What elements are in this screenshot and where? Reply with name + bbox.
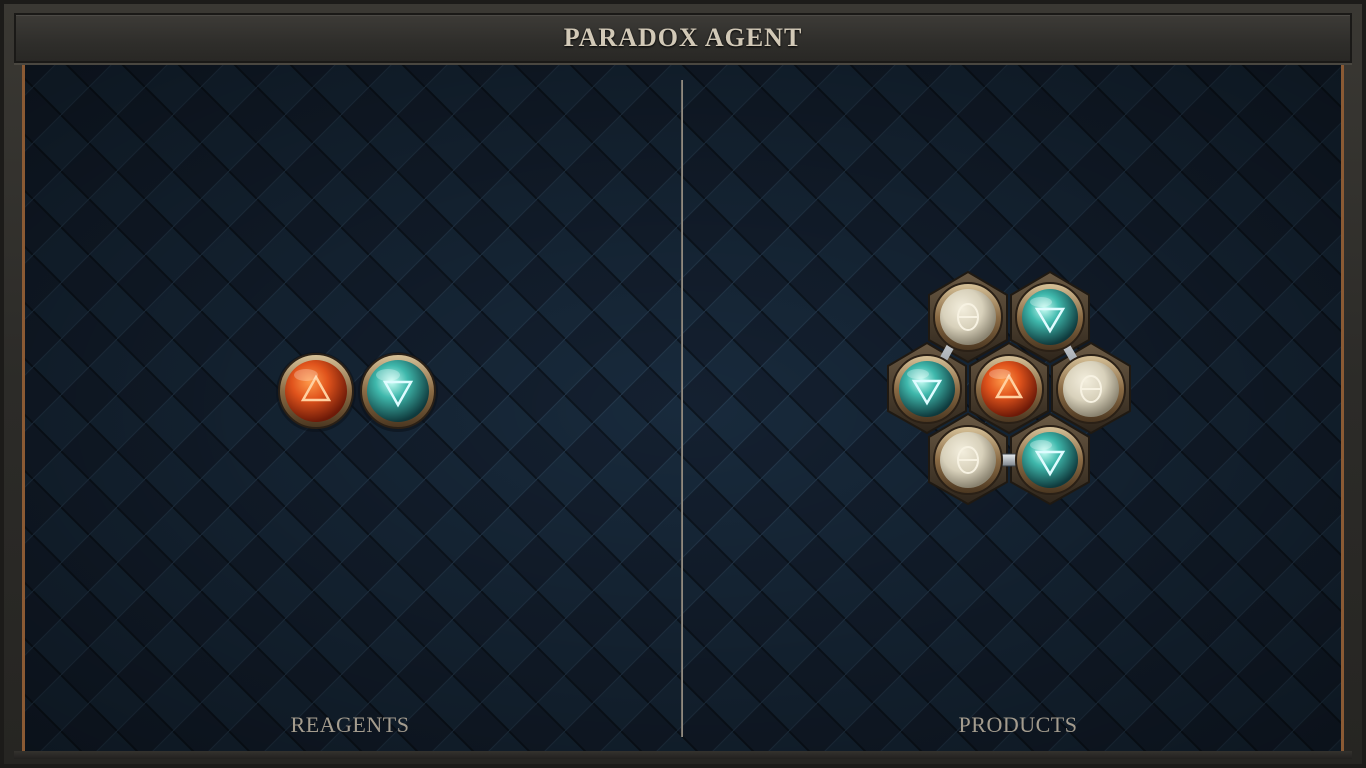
product-salt-atom-bottom-left[interactable] (933, 425, 1003, 495)
products-label: PRODUCTS (958, 712, 1078, 737)
reagent-fire-atom[interactable] (276, 352, 356, 432)
product-salt-atom-top-left[interactable] (933, 282, 1003, 352)
product-water-atom-top-right[interactable] (1015, 282, 1085, 352)
title-bar: PARADOX AGENT (14, 13, 1352, 63)
page-title: PARADOX AGENT (563, 23, 803, 52)
product-water-atom-mid-left[interactable] (892, 354, 962, 424)
bottom-rail (14, 751, 1352, 759)
product-water-atom-bottom-right[interactable] (1015, 425, 1085, 495)
product-fire-atom-center[interactable] (974, 354, 1044, 424)
game-board (22, 65, 1344, 751)
reagents-label: REAGENTS (290, 712, 410, 737)
quilted-background (25, 65, 1341, 751)
product-salt-atom-mid-right[interactable] (1056, 354, 1126, 424)
panel-divider (681, 80, 683, 737)
reagent-water-atom[interactable] (358, 352, 438, 432)
